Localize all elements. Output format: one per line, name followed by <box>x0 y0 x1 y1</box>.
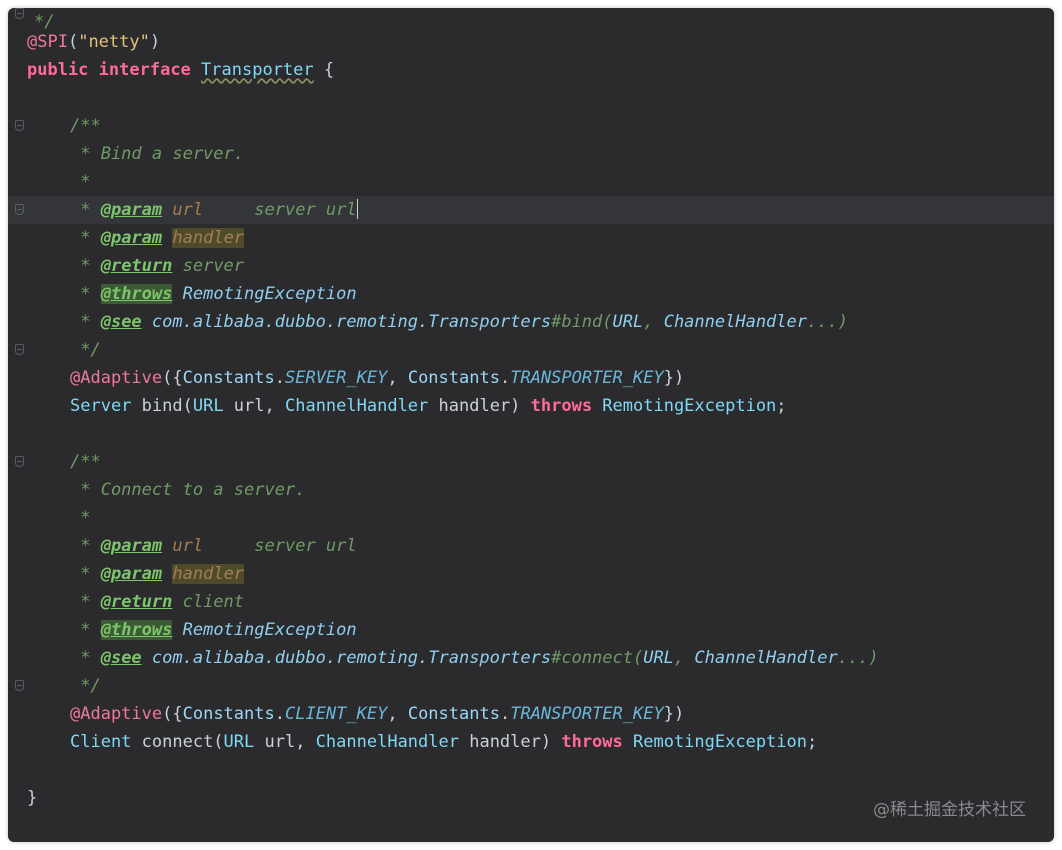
param-name-highlighted: handler <box>172 564 245 584</box>
code-line: * @param handler <box>70 564 245 584</box>
code-line: * @see com.alibaba.dubbo.remoting.Transp… <box>70 312 848 332</box>
fold-marker-icon[interactable] <box>15 680 24 691</box>
code-line: * Connect to a server. <box>70 480 306 500</box>
javadoc-tag: @param <box>100 228 163 248</box>
javadoc-tag: @param <box>100 564 163 584</box>
javadoc-tag: @param <box>100 536 163 556</box>
code-line: * @return server <box>70 256 245 276</box>
param-name: url <box>172 536 204 556</box>
code-line: * Bind a server. <box>70 144 244 164</box>
code-line: Server bind(URL url, ChannelHandler hand… <box>70 396 787 416</box>
fold-marker-icon[interactable] <box>15 456 24 467</box>
return-type: Server <box>70 396 132 416</box>
code-line: @Adaptive({Constants.CLIENT_KEY, Constan… <box>70 704 685 724</box>
fold-marker-icon[interactable] <box>15 120 24 131</box>
code-line: * @see com.alibaba.dubbo.remoting.Transp… <box>70 648 879 668</box>
method-name: bind( <box>131 396 193 416</box>
javadoc-tag: @return <box>100 256 173 276</box>
keyword: interface <box>98 60 191 80</box>
return-type: Client <box>70 732 132 752</box>
code-line: @Adaptive({Constants.SERVER_KEY, Constan… <box>70 368 685 388</box>
keyword: public <box>27 60 89 80</box>
javadoc-tag: @param <box>100 200 163 220</box>
fold-marker-icon[interactable] <box>15 204 24 215</box>
javadoc-tag: @return <box>100 592 173 612</box>
current-line-highlight: * @param url server url <box>8 196 1054 224</box>
code-line: * @param handler <box>70 228 245 248</box>
text-cursor <box>356 199 359 219</box>
code-line: */ <box>8 672 1054 700</box>
code-line: * @return client <box>70 592 245 612</box>
interface-name[interactable]: Transporter <box>201 60 314 80</box>
javadoc-tag: @throws <box>100 284 173 304</box>
closing-brace: } <box>27 788 38 808</box>
code-line: /** <box>8 448 1054 476</box>
method-name: connect( <box>131 732 224 752</box>
code-line: */ <box>8 336 1054 364</box>
spi-annotation: @SPI <box>27 32 68 52</box>
param-name-highlighted: handler <box>172 228 245 248</box>
javadoc-tag: @throws <box>100 620 173 640</box>
code-line: * <box>70 508 91 528</box>
code-line: public interface Transporter { <box>27 60 335 80</box>
code-line: * @throws RemotingException <box>70 620 357 640</box>
adaptive-annotation: @Adaptive <box>70 368 163 388</box>
code-line: Client connect(URL url, ChannelHandler h… <box>70 732 818 752</box>
adaptive-annotation: @Adaptive <box>70 704 163 724</box>
string-literal: "netty" <box>78 32 150 52</box>
code-line: * @param url server url <box>70 536 357 556</box>
code-line: /** <box>8 112 1054 140</box>
fold-marker-icon[interactable] <box>15 8 24 19</box>
javadoc-tag: @see <box>100 312 142 332</box>
javadoc-tag: @see <box>100 648 142 668</box>
param-name: url <box>172 200 204 220</box>
fold-marker-icon[interactable] <box>15 344 24 355</box>
code-line: * <box>70 172 91 192</box>
watermark: @稀土掘金技术社区 <box>873 800 1026 820</box>
code-editor-window: */ @SPI("netty") public interface Transp… <box>8 8 1054 842</box>
code-line: @SPI("netty") <box>27 32 161 52</box>
code-line: * @throws RemotingException <box>70 284 357 304</box>
